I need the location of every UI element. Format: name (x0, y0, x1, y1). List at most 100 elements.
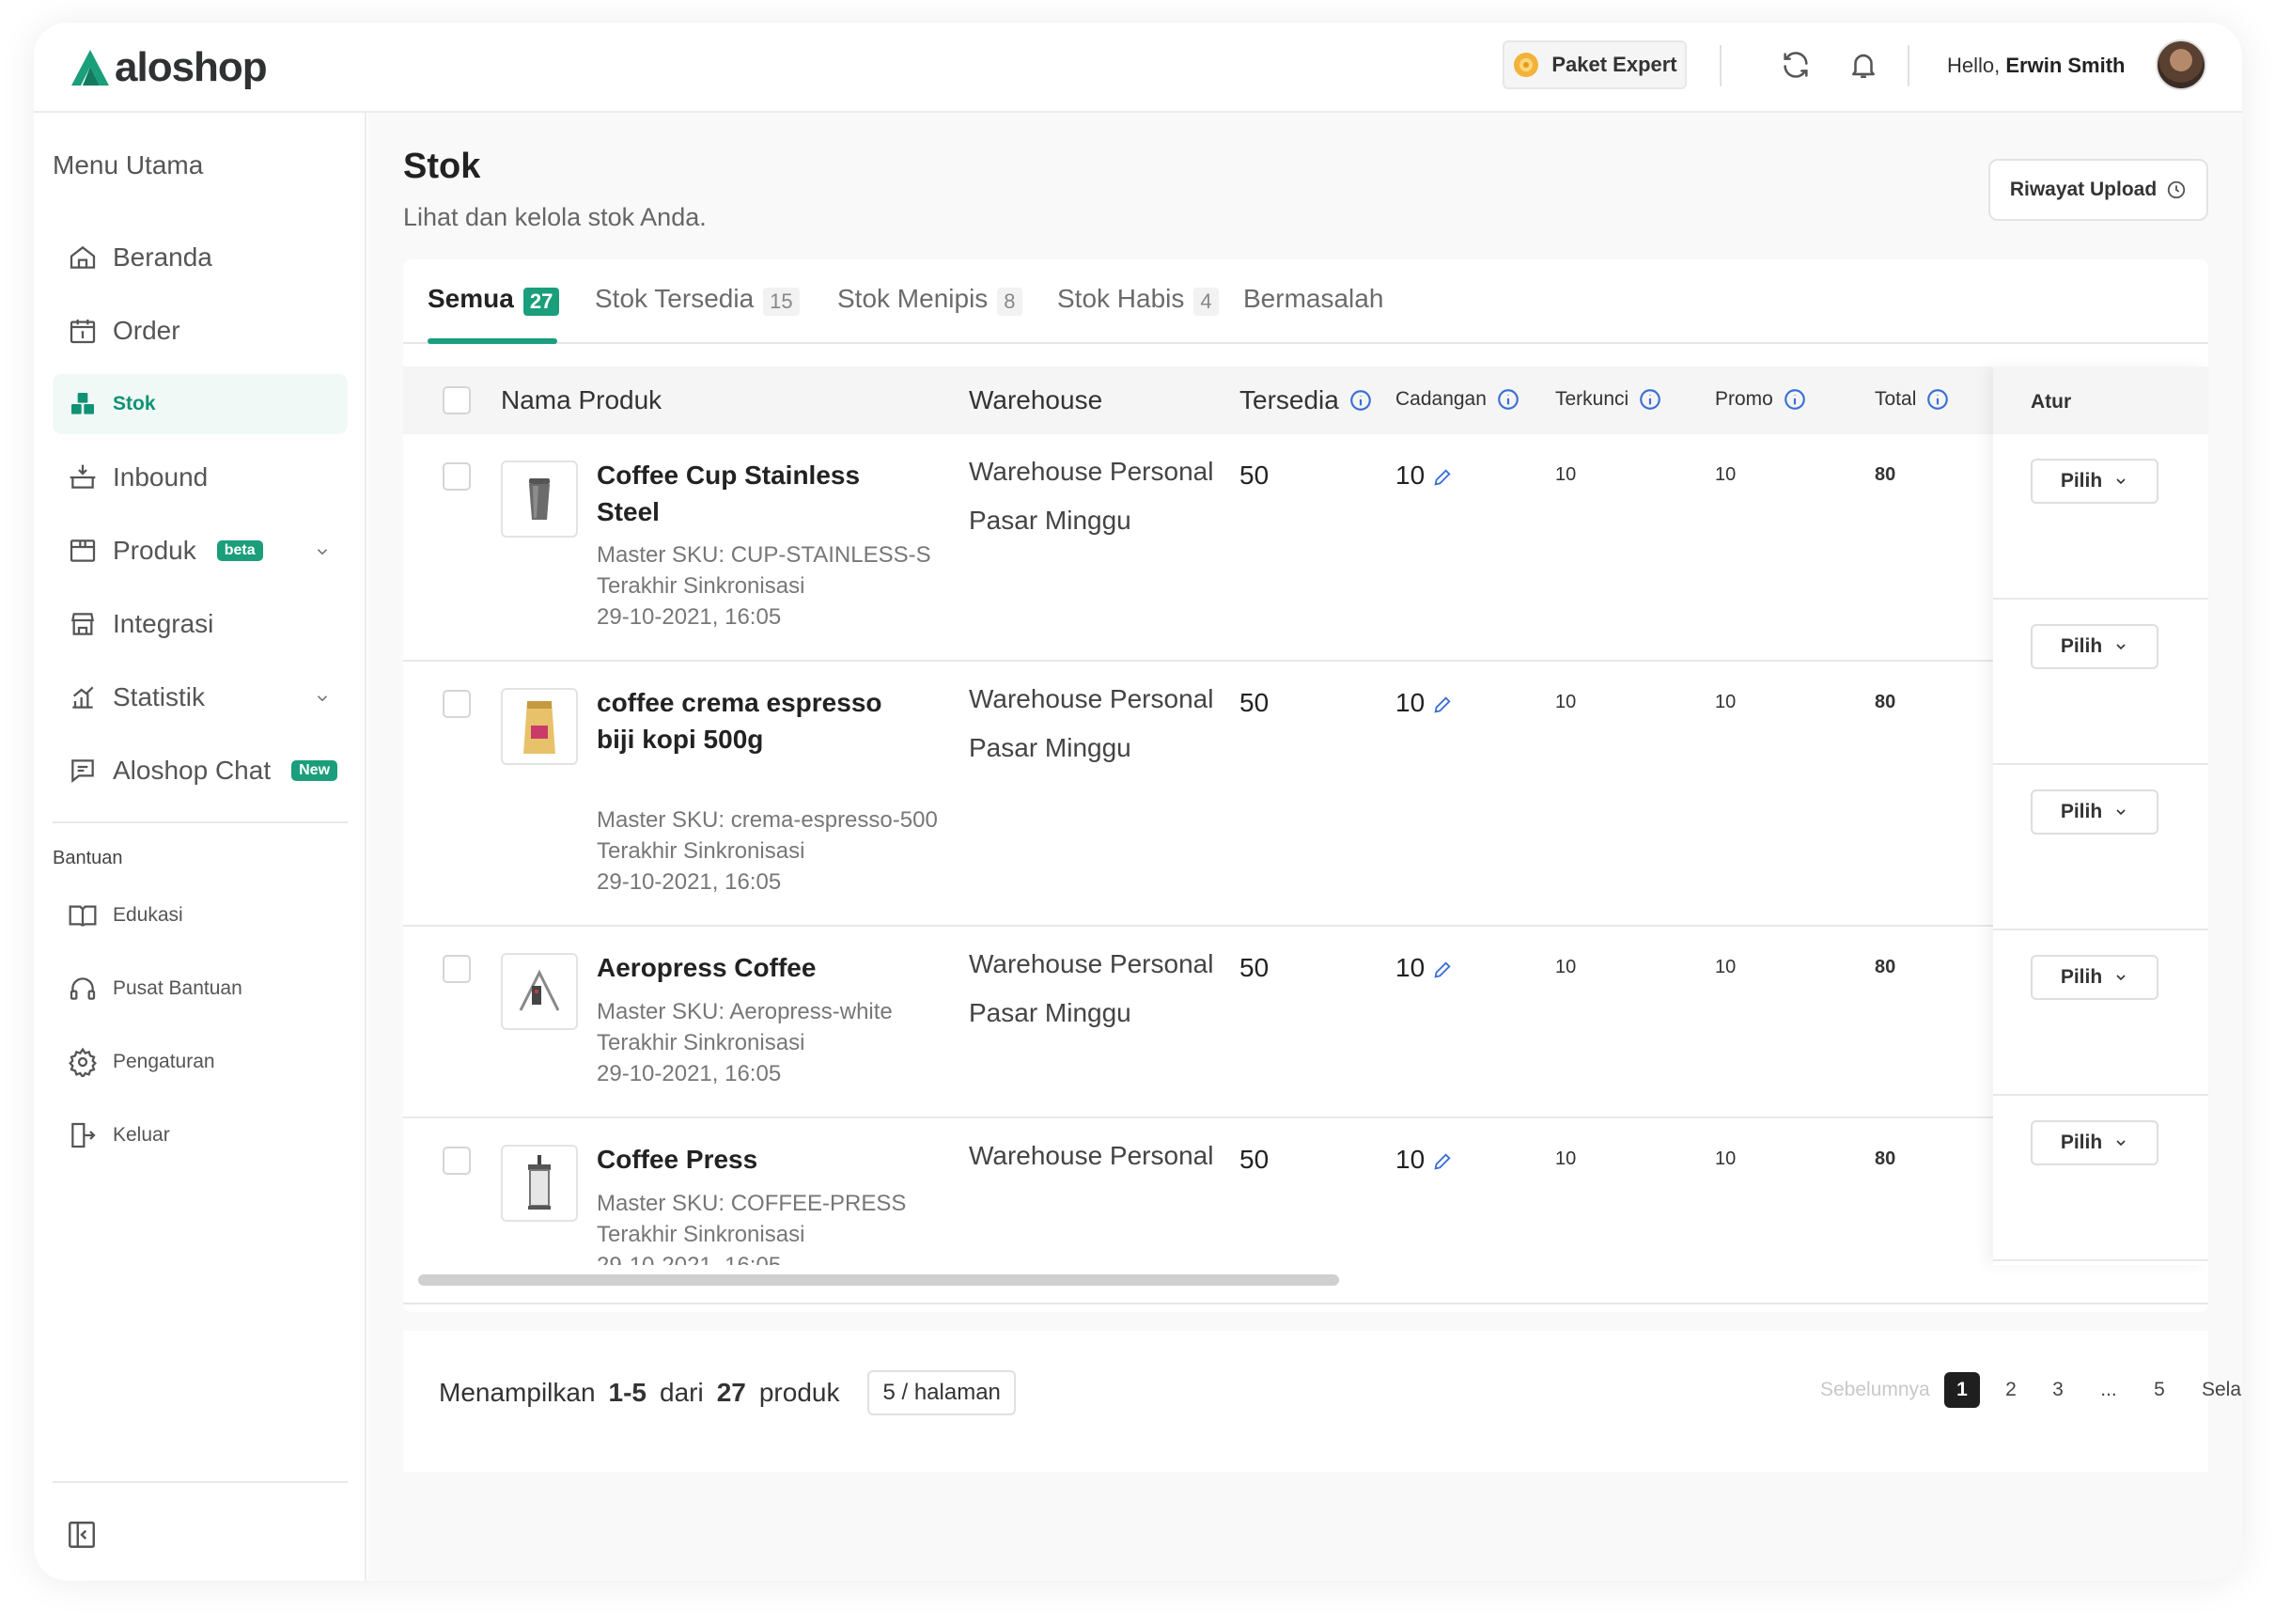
row-checkbox[interactable] (443, 1147, 471, 1175)
row-checkbox[interactable] (443, 955, 471, 983)
horizontal-scrollbar[interactable] (418, 1274, 1339, 1286)
product-name[interactable]: coffee crema espresso biji kopi 500g (597, 684, 907, 757)
column-header-label: Cadangan (1395, 388, 1487, 410)
upload-history-button[interactable]: Riwayat Upload (1988, 159, 2208, 221)
edit-pencil-icon[interactable] (1432, 467, 1453, 488)
sidebar-item-edukasi[interactable]: Edukasi (53, 885, 348, 945)
sidebar-item-pengaturan[interactable]: Pengaturan (53, 1032, 348, 1092)
pilih-dropdown-button[interactable]: Pilih (2031, 624, 2158, 669)
promo-value: 10 (1715, 464, 1737, 485)
sidebar-item-order[interactable]: Order (53, 301, 348, 361)
sidebar-item-inbound[interactable]: Inbound (53, 447, 348, 508)
sidebar: Menu Utama Beranda Order Stok Inbound Pr… (34, 113, 366, 1581)
sidebar-item-aloshop-chat[interactable]: Aloshop Chat New (53, 741, 348, 801)
refresh-icon[interactable] (1778, 47, 1814, 83)
product-sku: Master SKU: CUP-STAINLESS-S (597, 542, 931, 568)
french-press-image-icon (528, 1155, 551, 1210)
tab-stok-menipis[interactable]: Stok Menipis 8 (837, 284, 1022, 344)
edit-pencil-icon[interactable] (1432, 1151, 1453, 1172)
next-page-button[interactable]: Selanjutnya (2202, 1372, 2242, 1408)
box-stack-icon (71, 393, 94, 414)
warehouse-name: Warehouse Personal (969, 1141, 1214, 1170)
sidebar-section-title: Menu Utama (53, 150, 204, 180)
product-sku: Master SKU: crema-espresso-500 (597, 807, 938, 833)
edit-pencil-icon[interactable] (1432, 695, 1453, 715)
page-number-5[interactable]: 5 (2142, 1372, 2177, 1408)
showing-range: 1-5 (608, 1378, 647, 1407)
sidebar-item-label: Produk (113, 536, 196, 565)
row-checkbox[interactable] (443, 690, 471, 718)
reserve-value: 10 (1395, 953, 1426, 982)
info-icon[interactable] (1638, 387, 1662, 412)
showing-summary: Menampilkan 1-5 dari 27 produk 5 / halam… (439, 1370, 1016, 1415)
edit-pencil-icon[interactable] (1432, 960, 1453, 980)
chevron-down-icon[interactable] (314, 690, 331, 707)
page-number-3[interactable]: 3 (2040, 1372, 2076, 1408)
chevron-down-icon (2116, 809, 2126, 816)
sync-time: 29-10-2021, 16:05 (597, 869, 782, 895)
pilih-dropdown-button[interactable]: Pilih (2031, 955, 2158, 1000)
reserve-value: 10 (1395, 461, 1426, 490)
page-number-2[interactable]: 2 (1993, 1372, 2029, 1408)
warehouse-name: Warehouse Personal Pasar Minggu (969, 457, 1214, 535)
page-ellipsis: ... (2100, 1379, 2117, 1400)
product-sku: Master SKU: Aeropress-white (597, 999, 893, 1024)
sidebar-item-label: Integrasi (113, 609, 214, 638)
sidebar-item-beranda[interactable]: Beranda (53, 227, 348, 288)
sidebar-item-produk[interactable]: Produk beta (53, 521, 348, 581)
avatar[interactable] (2156, 39, 2206, 90)
prev-page-button[interactable]: Sebelumnya (1820, 1372, 1930, 1408)
greeting-prefix: Hello, (1947, 54, 2001, 77)
info-icon[interactable] (1496, 387, 1520, 412)
calendar-icon (70, 320, 96, 344)
sidebar-item-pusat-bantuan[interactable]: Pusat Bantuan (53, 959, 348, 1019)
product-meta: Master SKU: Aeropress-white Terakhir Sin… (597, 996, 954, 1089)
tab-semua[interactable]: Semua 27 (428, 284, 560, 344)
pilih-label: Pilih (2060, 635, 2103, 657)
plan-badge-button[interactable]: Paket Expert (1503, 40, 1687, 89)
tab-stok-habis[interactable]: Stok Habis 4 (1057, 284, 1219, 344)
promo-value: 10 (1715, 1148, 1737, 1169)
select-all-checkbox[interactable] (443, 386, 471, 414)
cup-image-icon (529, 478, 550, 520)
notification-bell-icon[interactable] (1846, 47, 1881, 83)
product-name[interactable]: Coffee Press (597, 1141, 907, 1178)
pilih-dropdown-button[interactable]: Pilih (2031, 1120, 2158, 1165)
action-cell: Pilih (1993, 1096, 2208, 1261)
pagination-bar: Menampilkan 1-5 dari 27 produk 5 / halam… (403, 1331, 2242, 1472)
sync-time: 29-10-2021, 16:05 (597, 1061, 782, 1086)
aloshop-logo[interactable]: aloshop (70, 43, 268, 92)
chevron-down-icon[interactable] (314, 543, 331, 560)
stock-card: Semua 27 Stok Tersedia 15 Stok Menipis 8… (403, 259, 2208, 1312)
tab-count: 27 (522, 288, 560, 316)
pilih-dropdown-button[interactable]: Pilih (2031, 789, 2158, 835)
sidebar-item-statistik[interactable]: Statistik (53, 667, 348, 727)
reserve-value: 10 (1395, 1145, 1426, 1174)
product-name[interactable]: Coffee Cup Stainless Steel (597, 457, 907, 530)
reserve-value: 10 (1395, 688, 1426, 717)
pilih-dropdown-button[interactable]: Pilih (2031, 459, 2158, 504)
info-icon[interactable] (1783, 387, 1807, 412)
collapse-sidebar-icon[interactable] (66, 1519, 98, 1551)
divider (403, 1303, 2208, 1304)
sync-time: 29-10-2021, 16:05 (597, 604, 782, 630)
tab-stok-tersedia[interactable]: Stok Tersedia 15 (595, 284, 800, 344)
sidebar-item-label: Keluar (113, 1124, 170, 1146)
showing-of: dari (660, 1378, 704, 1407)
sidebar-item-stok[interactable]: Stok (53, 374, 348, 434)
page-title: Stok (403, 147, 481, 186)
sidebar-item-integrasi[interactable]: Integrasi (53, 594, 348, 654)
info-icon[interactable] (1925, 387, 1950, 412)
page-number-1[interactable]: 1 (1944, 1372, 1980, 1408)
row-checkbox[interactable] (443, 462, 471, 491)
sidebar-item-keluar[interactable]: Keluar (53, 1105, 348, 1165)
total-value: 80 (1875, 692, 1896, 712)
product-thumbnail (501, 953, 578, 1030)
action-column: Atur Pilih Pilih Pilih Pilih Pilih (1993, 367, 2208, 1265)
tab-bermasalah[interactable]: Bermasalah (1243, 284, 1383, 344)
per-page-select[interactable]: 5 / halaman (867, 1370, 1016, 1415)
info-icon[interactable] (1348, 388, 1373, 413)
showing-total: 27 (716, 1378, 746, 1407)
warehouse-name: Warehouse Personal Pasar Minggu (969, 684, 1214, 762)
product-name[interactable]: Aeropress Coffee (597, 949, 907, 986)
